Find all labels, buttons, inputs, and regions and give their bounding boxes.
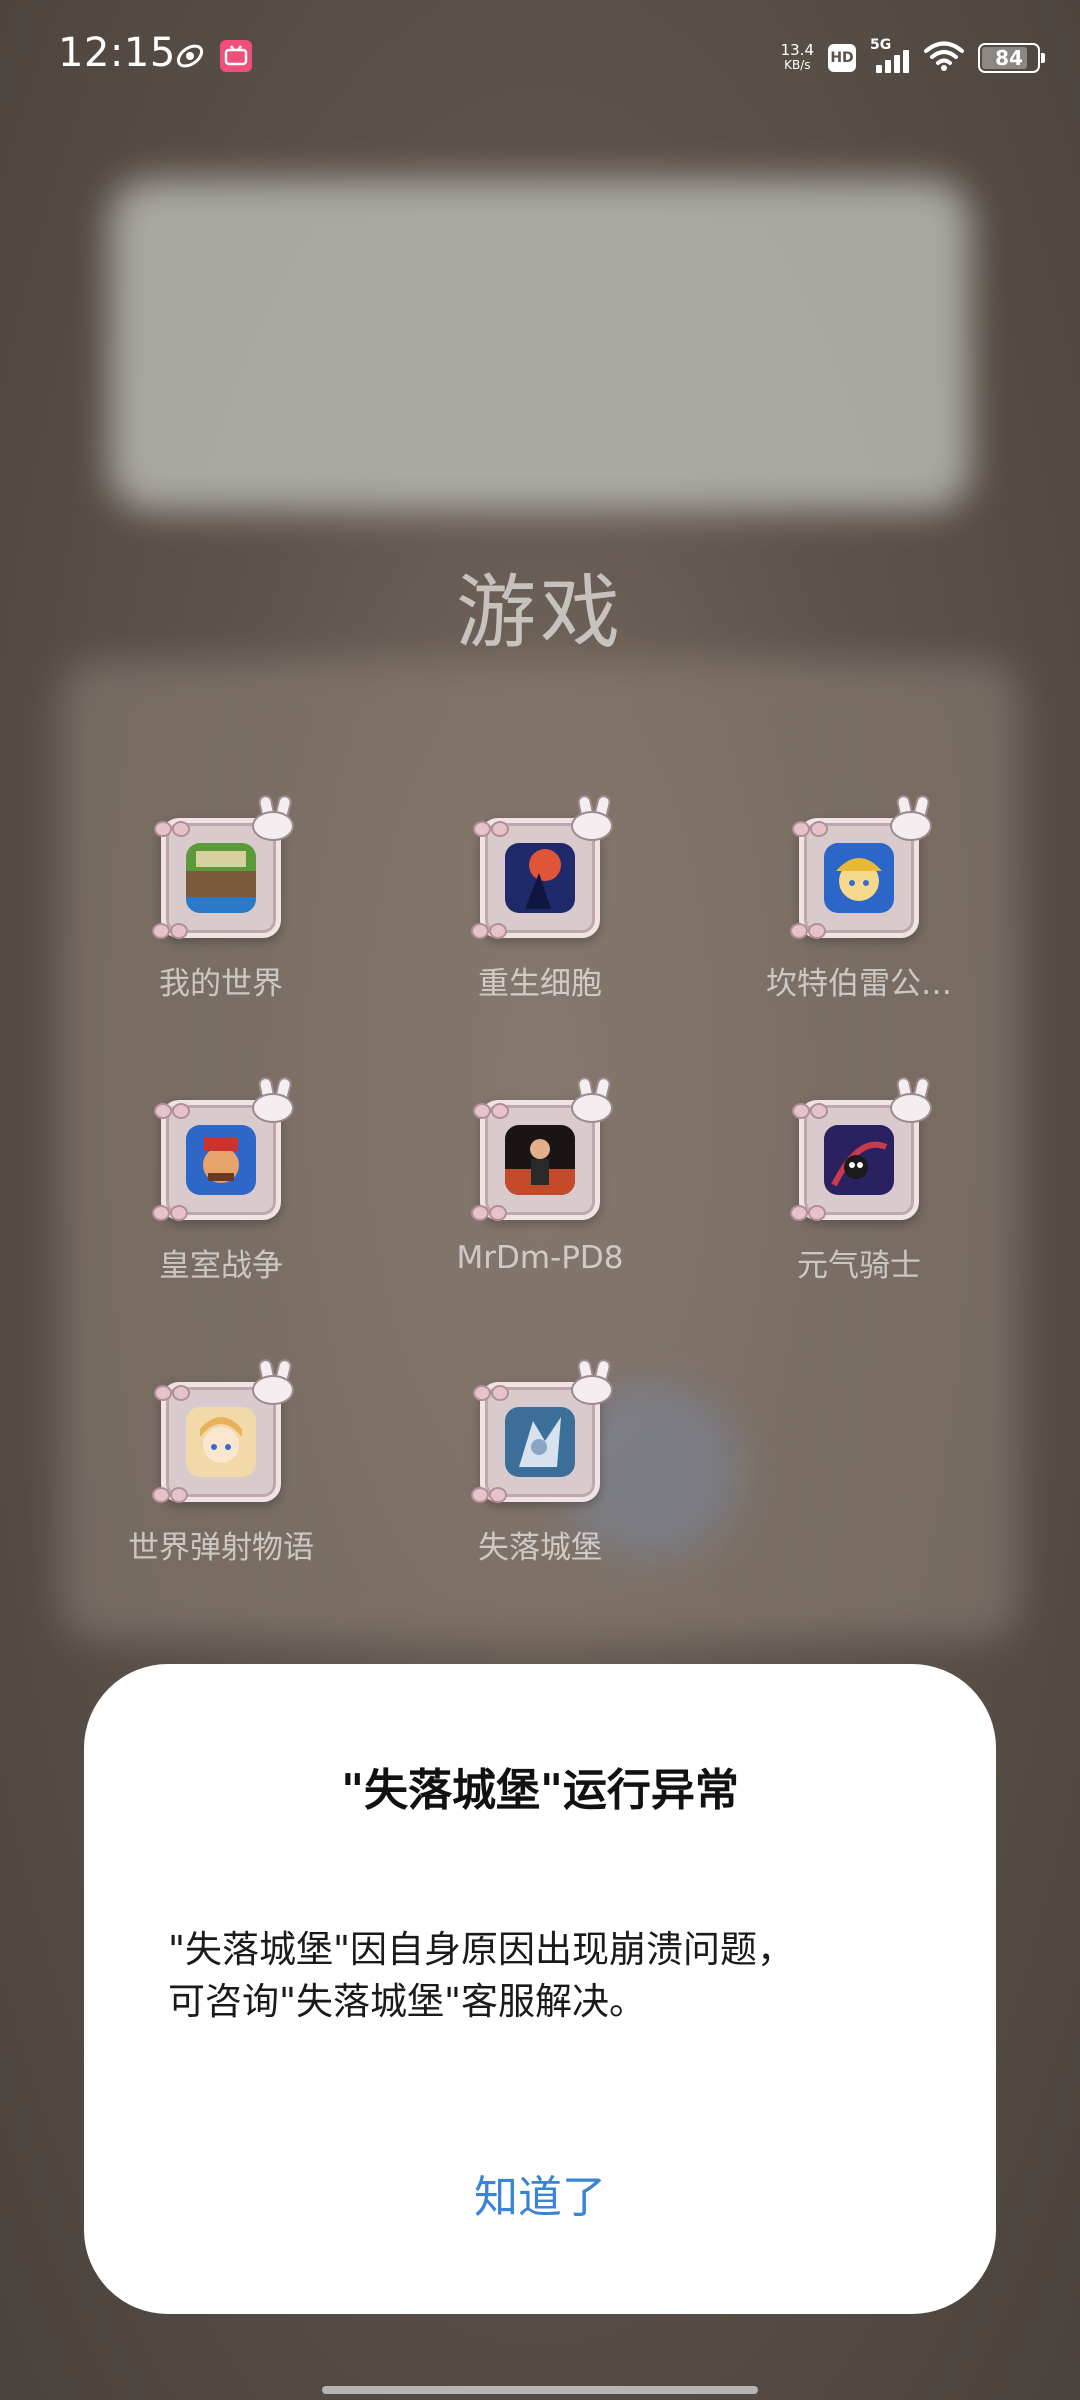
soul-knight-icon [824,1125,894,1195]
world-flipper-icon [186,1407,256,1477]
network-speed-value: 13.4 [780,41,814,59]
app-guardian-tales[interactable]: 坎特伯雷公… [700,793,1018,1040]
network-speed-unit: KB/s [784,58,811,72]
hd-icon: HD [828,44,856,72]
app-icon-frame [152,793,294,939]
home-indicator[interactable] [322,2386,758,2394]
bilibili-app-icon [220,40,252,72]
app-icon-frame [471,1357,613,1503]
dialog-message-line: "失落城堡"因自身原因出现崩溃问题， [168,1928,795,1971]
app-label: 重生细胞 [478,966,602,1002]
app-minecraft[interactable]: 我的世界 [62,793,380,1040]
bunny-decoration-icon [563,793,619,843]
bunny-decoration-icon [882,793,938,843]
folder-title: 游戏 [456,566,624,659]
bunny-decoration-icon [244,1075,300,1125]
status-bar: 12:15 13.4 KB/s HD 5G 84 [0,0,1080,115]
wifi-icon [924,40,964,76]
status-time: 12:15 [58,30,176,76]
app-label: 皇室战争 [159,1248,283,1284]
app-dead-cells[interactable]: 重生细胞 [381,793,699,1040]
app-label: 坎特伯雷公… [766,966,952,1002]
app-label: 世界弹射物语 [128,1530,314,1566]
dialog-message: "失落城堡"因自身原因出现崩溃问题， 可咨询"失落城堡"客服解决。 [168,1924,928,2028]
network-speed: 13.4 KB/s [781,43,814,73]
dialog-title: "失落城堡"运行异常 [341,1765,739,1816]
app-world-flipper[interactable]: 世界弹射物语 [62,1357,380,1604]
ok-button[interactable]: 知道了 [390,2148,690,2238]
bunny-decoration-icon [563,1075,619,1125]
dead-cells-icon [505,843,575,913]
app-icon-frame [471,793,613,939]
bunny-decoration-icon [244,1357,300,1407]
clash-royale-icon [186,1125,256,1195]
mrdm-icon [505,1125,575,1195]
app-icon-frame [471,1075,613,1221]
app-icon-frame [152,1075,294,1221]
app-icon-frame [790,793,932,939]
battery-percent: 84 [995,46,1023,70]
app-clash-royale[interactable]: 皇室战争 [62,1075,380,1322]
bunny-decoration-icon [563,1357,619,1407]
guardian-tales-icon [824,843,894,913]
bunny-decoration-icon [882,1075,938,1125]
app-label: MrDm-PD8 [456,1240,624,1276]
link-app-icon [174,40,206,72]
dialog-message-line: 可咨询"失落城堡"客服解决。 [168,1980,647,2023]
lost-castle-icon [505,1407,575,1477]
app-lost-castle[interactable]: 失落城堡 [381,1357,699,1604]
app-icon-frame [790,1075,932,1221]
minecraft-icon [186,843,256,913]
status-indicators: 13.4 KB/s HD 5G 84 [781,36,1045,80]
wallpaper-blur-top [110,180,970,510]
battery-icon: 84 [978,43,1045,73]
app-label: 元气骑士 [797,1248,921,1284]
app-mrdm-pd8[interactable]: MrDm-PD8 [381,1075,699,1322]
app-icon-frame [152,1357,294,1503]
cellular-signal-icon: 5G [870,37,910,75]
app-label: 我的世界 [159,966,283,1002]
app-soul-knight[interactable]: 元气骑士 [700,1075,1018,1322]
screen: 12:15 13.4 KB/s HD 5G 84 游戏 我的世界 重生细胞 坎特… [0,0,1080,2400]
bunny-decoration-icon [244,793,300,843]
crash-dialog: "失落城堡"运行异常 "失落城堡"因自身原因出现崩溃问题， 可咨询"失落城堡"客… [84,1664,996,2314]
app-label: 失落城堡 [478,1530,602,1566]
